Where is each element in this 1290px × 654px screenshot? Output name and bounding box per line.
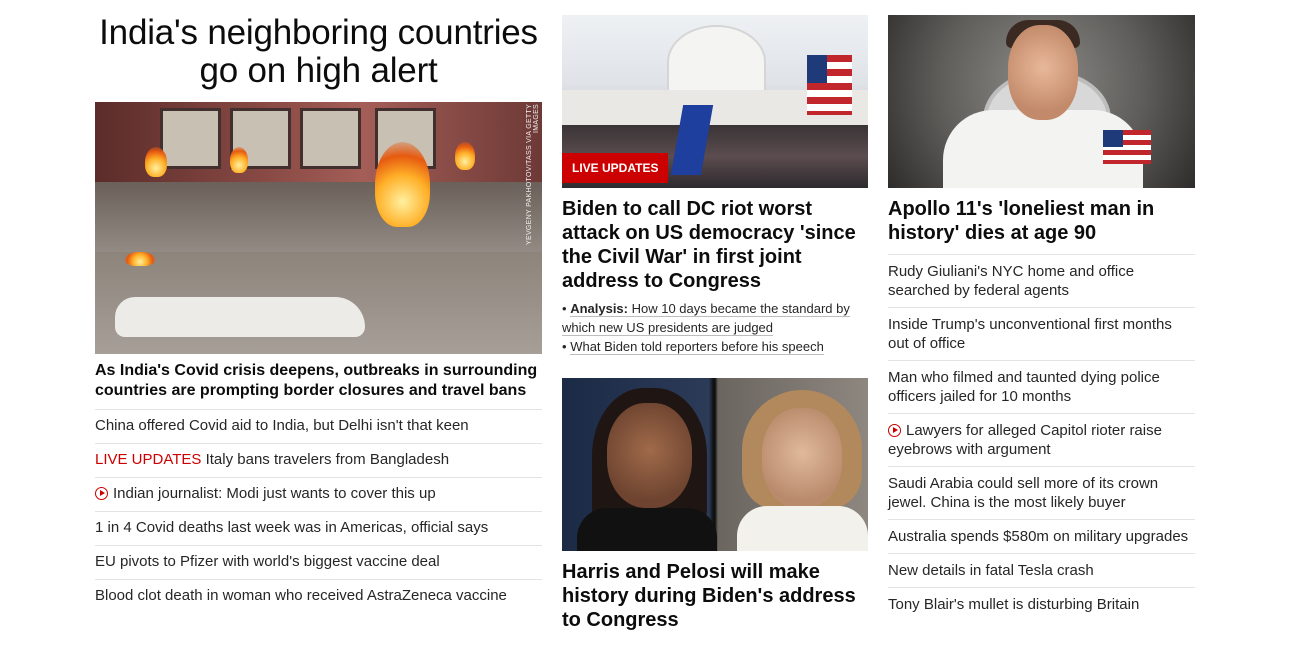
- list-item[interactable]: LIVE UPDATES Italy bans travelers from B…: [95, 443, 542, 477]
- list-item[interactable]: Indian journalist: Modi just wants to co…: [95, 477, 542, 511]
- list-item[interactable]: Rudy Giuliani's NYC home and office sear…: [888, 254, 1195, 307]
- astronaut-photo[interactable]: [888, 15, 1195, 188]
- list-item[interactable]: Inside Trump's unconventional first mont…: [888, 307, 1195, 360]
- india-section: India's neighboring countries go on high…: [95, 14, 542, 613]
- harris-pelosi-headline[interactable]: Harris and Pelosi will make history duri…: [562, 560, 868, 632]
- apollo-headline[interactable]: Apollo 11's 'loneliest man in history' d…: [888, 197, 1195, 245]
- photo-credit: YEVGENY PAKHOTOV/TASS VIA GETTY IMAGES: [526, 104, 540, 246]
- list-item[interactable]: EU pivots to Pfizer with world's biggest…: [95, 545, 542, 579]
- news-section: Apollo 11's 'loneliest man in history' d…: [888, 15, 1195, 621]
- main-headline[interactable]: India's neighboring countries go on high…: [95, 14, 542, 90]
- list-item[interactable]: New details in fatal Tesla crash: [888, 553, 1195, 587]
- list-item[interactable]: Blood clot death in woman who received A…: [95, 579, 542, 613]
- biden-reporters-link[interactable]: • What Biden told reporters before his s…: [562, 337, 868, 356]
- capitol-riot-photo[interactable]: LIVE UPDATES: [562, 15, 868, 188]
- list-item[interactable]: Australia spends $580m on military upgra…: [888, 519, 1195, 553]
- list-item[interactable]: Man who filmed and taunted dying police …: [888, 360, 1195, 413]
- harris-pelosi-photo[interactable]: [562, 378, 868, 551]
- list-item[interactable]: Tony Blair's mullet is disturbing Britai…: [888, 587, 1195, 621]
- play-icon: [888, 424, 901, 437]
- play-icon: [95, 487, 108, 500]
- analysis-link[interactable]: • Analysis: How 10 days became the stand…: [562, 299, 868, 337]
- lead-story-link[interactable]: As India's Covid crisis deepens, outbrea…: [95, 361, 542, 409]
- india-related-links: China offered Covid aid to India, but De…: [95, 409, 542, 613]
- list-item[interactable]: China offered Covid aid to India, but De…: [95, 409, 542, 443]
- shroud: [115, 297, 365, 337]
- live-updates-label: LIVE UPDATES: [95, 451, 202, 468]
- list-item[interactable]: Saudi Arabia could sell more of its crow…: [888, 466, 1195, 519]
- biden-headline[interactable]: Biden to call DC riot worst attack on US…: [562, 197, 868, 293]
- list-item[interactable]: 1 in 4 Covid deaths last week was in Ame…: [95, 511, 542, 545]
- news-links: Rudy Giuliani's NYC home and office sear…: [888, 254, 1195, 621]
- politics-section: LIVE UPDATES Biden to call DC riot worst…: [562, 15, 868, 632]
- list-item[interactable]: Lawyers for alleged Capitol rioter raise…: [888, 413, 1195, 466]
- india-cremation-photo[interactable]: YEVGENY PAKHOTOV/TASS VIA GETTY IMAGES: [95, 102, 542, 354]
- related-links: • Analysis: How 10 days became the stand…: [562, 299, 868, 356]
- live-updates-badge: LIVE UPDATES: [562, 153, 669, 183]
